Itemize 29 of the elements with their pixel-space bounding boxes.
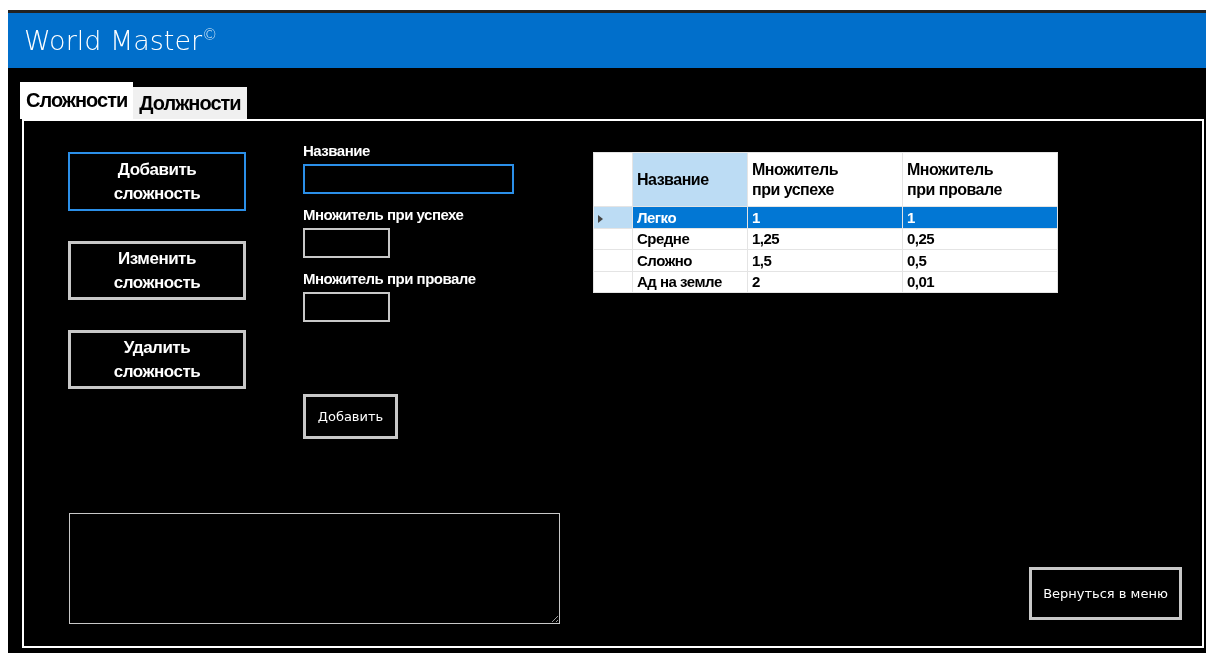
action-button[interactable]: Добавить сложность (68, 152, 246, 211)
input-field[interactable] (303, 164, 514, 194)
action-button[interactable]: Изменить сложность (68, 241, 246, 300)
table-cell: 0,5 (902, 249, 1058, 271)
add-button[interactable]: Добавить (303, 394, 398, 439)
input-field[interactable] (303, 228, 390, 258)
back-button[interactable]: Вернуться в меню (1029, 567, 1182, 620)
table-cell: Сложно (632, 249, 748, 271)
tab[interactable]: Сложности (20, 82, 134, 119)
table-cell: Средне (632, 228, 748, 250)
table-cell: Ад на земле (632, 271, 748, 293)
column-header[interactable]: Множитель при успехе (747, 152, 903, 207)
table-cell: 1,25 (747, 228, 903, 250)
text-area[interactable] (69, 513, 560, 624)
table-cell: 0,25 (902, 228, 1058, 250)
table-cell: 0,01 (902, 271, 1058, 293)
input-field[interactable] (303, 292, 390, 322)
table-cell: 1,5 (747, 249, 903, 271)
field-label: Название (303, 142, 371, 159)
field-label: Множитель при успехе (303, 206, 465, 223)
row-pointer-icon (598, 214, 603, 223)
window-title: World Master$^{©}$ (24, 25, 218, 56)
column-header[interactable]: Название (632, 152, 748, 207)
row-header[interactable] (593, 206, 633, 229)
action-button[interactable]: Удалить сложность (68, 330, 246, 389)
table-cell: 2 (747, 271, 903, 293)
tab[interactable]: Должности (133, 87, 247, 119)
column-header[interactable]: Множитель при провале (902, 152, 1058, 207)
field-label: Множитель при провале (303, 270, 477, 287)
